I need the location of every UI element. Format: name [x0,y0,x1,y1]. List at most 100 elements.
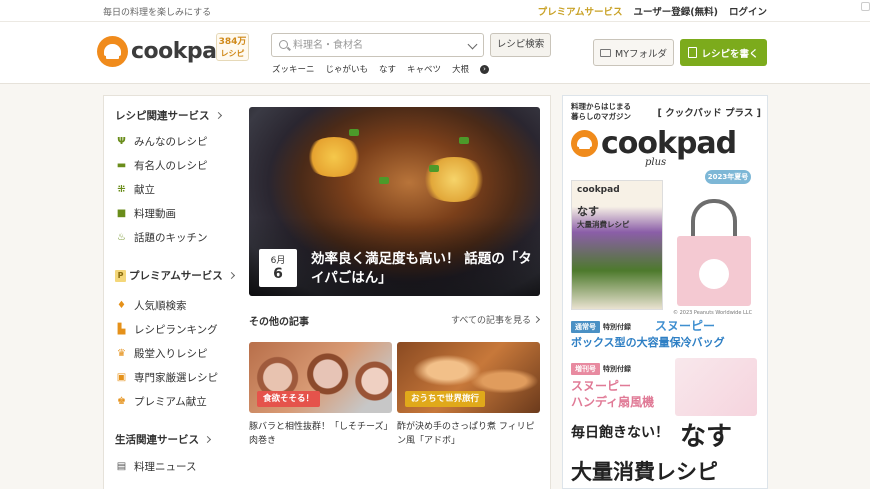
see-all-articles-link[interactable]: すべての記事を見る [451,313,541,326]
ad-tag-special: 増刊号 [571,363,600,375]
keyword-list: ズッキーニ じゃがいも なす キャベツ 大根 › [272,63,490,75]
food-image-scallion [459,137,469,144]
keyword-cabbage[interactable]: キャベツ [407,63,441,75]
section-title-premium[interactable]: P プレミアムサービス [115,268,235,283]
register-link[interactable]: ユーザー登録(無料) [633,4,718,18]
sidebar-item-premium-menu[interactable]: ♚ プレミアム献立 [116,394,207,409]
premium-badge: P [115,269,126,282]
keyword-potato[interactable]: じゃがいも [326,63,369,75]
ranking-icon: ▙ [117,324,126,335]
sidebar-item-label: プレミアム献立 [134,396,207,408]
sidebar-item-hall-of-fame[interactable]: ♛ 殿堂入りレシピ [116,346,207,361]
write-recipe-button[interactable]: レシピを書く [680,39,767,66]
search-input[interactable] [293,37,453,54]
cookpad-logo[interactable]: cookpad [97,36,232,67]
ad-logo-text: cookpad [601,126,737,161]
search-button[interactable]: レシピ検索 [490,33,551,57]
premium-service-link[interactable]: プレミアムサービス [538,4,623,18]
corner-checkbox[interactable] [861,2,870,11]
sidebar-item-trending-kitchen[interactable]: ♨ 話題のキッチン [116,230,208,245]
food-image-egg [304,137,364,177]
ad-logo-plus: plus [645,157,667,168]
keyword-radish[interactable]: 大根 [452,63,469,75]
magazine-cover-image: cookpad なす 大量消費レシピ [571,180,663,310]
sidebar-item-cooking-video[interactable]: ■ 料理動画 [116,206,176,221]
sidebar-item-menu[interactable]: ⁜ 献立 [116,182,155,197]
see-all-label: すべての記事を見る [451,316,532,326]
cookpad-plus-ad[interactable]: 料理からはじまる 暮らしのマガジン [ クックパッド プラス ] cookpad… [562,95,768,489]
chevron-down-icon[interactable] [467,39,478,50]
sidebar-item-label: 献立 [134,184,155,196]
document-icon [688,47,698,58]
article-image[interactable]: 食欲そそる！ [249,342,392,413]
ad-tag-note: 特別付録 [603,323,631,331]
header: cookpad 384万 レシピ レシピ検索 ズッキーニ じゃがいも なす キャ… [0,22,870,84]
chevron-right-icon [203,435,212,444]
folder-icon [600,48,611,57]
sidebar-item-label: 有名人のレシピ [134,160,208,172]
main-panel: レシピ関連サービス Ψ みんなのレシピ ▬ 有名人のレシピ ⁜ 献立 ■ 料理動画 ♨ 話… [103,95,551,489]
article-image[interactable]: おうちで世界旅行 [397,342,540,413]
menu-icon: ⁜ [117,184,126,195]
sidebar-item-everyone-recipes[interactable]: Ψ みんなのレシピ [116,134,207,149]
date-month: 6月 [270,256,286,266]
magazine-logo: cookpad [577,185,620,195]
search-icon [279,40,288,49]
crown-icon: ♚ [117,396,126,407]
feature-article[interactable]: 6月 6 効率良く満足度も高い！ 話題の「タイパごはん」 [249,107,540,296]
chef-hat-icon [571,130,598,157]
login-link[interactable]: ログイン [729,4,767,18]
trophy-icon: ♛ [117,348,126,359]
section-title-life[interactable]: 生活関連サービス [115,432,212,447]
sidebar: レシピ関連サービス Ψ みんなのレシピ ▬ 有名人のレシピ ⁜ 献立 ■ 料理動画 ♨ 話… [104,96,244,489]
top-bar: 毎日の料理を楽しみにする プレミアムサービス ユーザー登録(無料) ログイン [0,0,870,22]
ad-subtitle-line: 暮らしのマガジン [571,112,631,121]
sidebar-item-popular-search[interactable]: ♦ 人気順検索 [116,298,187,313]
ad-tag-regular: 通常号 [571,321,600,333]
feature-title[interactable]: 効率良く満足度も高い！ 話題の「タイパごはん」 [311,250,533,288]
ad-fan-text: ハンディ扇風機 [571,395,655,409]
date-badge: 6月 6 [259,249,297,287]
keyword-eggplant[interactable]: なす [379,63,396,75]
search-box [271,33,484,57]
ad-offer-regular: 通常号 特別付録 [571,319,631,333]
sidebar-item-label: 話題のキッチン [134,232,208,244]
sidebar-item-ranking[interactable]: ▙ レシピランキング [116,322,218,337]
cooler-bag-image [669,191,759,309]
chevron-right-icon [214,111,222,120]
ad-subtitle: 料理からはじまる 暮らしのマガジン [571,102,631,122]
article-title[interactable]: 豚バラと相性抜群！「しそチーズ」肉巻き [249,420,392,448]
book-icon: ▬ [116,160,127,171]
sidebar-item-cooking-news[interactable]: ▤ 料理ニュース [116,459,197,474]
food-image-scallion [349,129,359,136]
section-title-text: レシピ関連サービス [115,110,210,122]
ad-logo: cookpad [571,126,737,161]
article-card[interactable]: おうちで世界旅行 酢が決め手のさっぱり煮 フィリピン風「アドボ」 [397,342,540,448]
ad-footer-subtitle: 大量消費レシピ [571,460,718,484]
magazine-subtitle: 大量消費レシピ [577,220,630,229]
other-articles-heading: その他の記事 [249,317,309,328]
my-folder-button[interactable]: MYフォルダ [593,39,674,66]
sidebar-item-expert-recipes[interactable]: ▣ 専門家厳選レシピ [116,370,218,385]
article-tag: 食欲そそる！ [257,391,321,407]
sidebar-item-label: 料理ニュース [134,461,197,473]
article-title[interactable]: 酢が決め手のさっぱり煮 フィリピン風「アドボ」 [397,420,540,448]
food-image-scallion [379,177,389,184]
ad-subtitle-line: 料理からはじまる [571,102,631,111]
ad-cooler-bag-text: ボックス型の大容量保冷バッグ [571,336,725,349]
chevron-right-icon[interactable]: › [480,64,490,74]
sidebar-item-celebrity-recipes[interactable]: ▬ 有名人のレシピ [116,158,208,173]
food-image-scallion [429,165,439,172]
article-card[interactable]: 食欲そそる！ 豚バラと相性抜群！「しそチーズ」肉巻き [249,342,392,448]
section-title-text: プレミアムサービス [129,270,223,282]
thumbs-up-icon: ♦ [117,300,126,311]
snoopy-image [699,259,729,289]
section-title-recipe[interactable]: レシピ関連サービス [115,108,222,123]
ad-footer-title: なす [680,422,733,452]
ad-footer-tagline: 毎日飽きない！ [571,425,669,441]
ad-year-badge: 2023年夏号 [705,170,751,184]
top-links: プレミアムサービス ユーザー登録(無料) ログイン [538,4,767,18]
keyword-zucchini[interactable]: ズッキーニ [272,63,315,75]
ad-tag-note: 特別付録 [603,365,631,373]
sidebar-item-label: 人気順検索 [134,300,187,312]
